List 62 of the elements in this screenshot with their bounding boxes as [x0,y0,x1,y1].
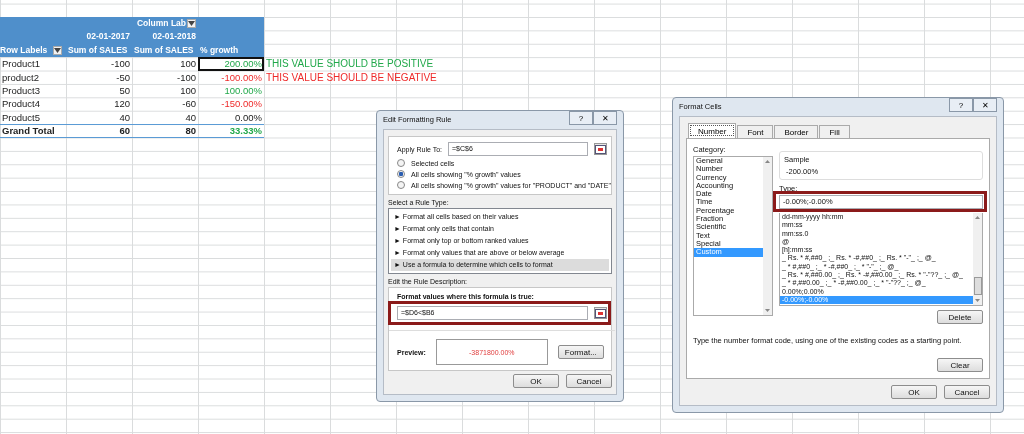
row-label: Product1 [1,57,42,71]
growth-cell-text: 33.33% [228,124,263,137]
radio-button[interactable] [397,181,405,189]
dialog-button[interactable]: OK [513,374,559,388]
growth-cell-text: -150.00% [220,97,263,111]
table-cell-text: -60 [181,97,197,111]
range-select-icon[interactable] [594,143,607,155]
table-cell-text: 50 [118,83,131,98]
row-label: Grand Total [1,124,56,137]
table-cell-text: 80 [184,124,197,137]
table-cell-text: 40 [118,110,131,125]
table-cell-text: -100 [176,70,197,84]
table-cell-text: 120 [113,97,131,111]
growth-cell-text: 100.00% [223,83,263,98]
tab[interactable]: Number [688,123,737,138]
growth-cell-text: -100.00% [220,70,263,84]
scrollbar[interactable] [973,213,982,305]
table-cell-text: -50 [115,70,131,84]
column-labels-header: Column Lab [136,17,186,30]
scrollbar[interactable] [763,157,772,315]
table-cell-text: -100 [110,57,131,71]
date-header: 02-01-2017 [85,30,131,44]
column-header: Sum of SALES [133,43,195,57]
title-bar-button[interactable]: ? [569,111,593,125]
growth-cell-text: 0.00% [234,110,263,125]
table-cell-text: 40 [184,110,197,125]
dialog-button[interactable]: Cancel [944,385,990,399]
table-cell-text: 100 [179,57,197,71]
dialog-button[interactable]: Cancel [566,374,612,388]
row-labels-header: Row Labels [0,43,48,57]
format-button[interactable]: Format... [557,345,604,359]
clear-button[interactable]: Clear [937,358,983,372]
scroll-thumb[interactable] [973,277,982,295]
title-bar-button[interactable]: ? [949,98,973,112]
radio-button[interactable] [397,159,405,167]
row-label: Product3 [1,83,42,98]
scroll-down-icon[interactable] [975,299,980,302]
dialog-button[interactable]: OK [891,385,937,399]
row-label: Product5 [1,110,42,125]
table-cell-text: 60 [118,124,131,137]
title-bar-button[interactable]: ✕ [593,111,617,125]
filter-dropdown-icon[interactable] [53,45,62,55]
annotation-note: THIS VALUE SHOULD BE POSITIVE [266,58,434,70]
scroll-up-icon[interactable] [765,160,770,163]
row-label: Product4 [1,97,42,111]
annotation-note: THIS VALUE SHOULD BE NEGATIVE [266,71,437,83]
tab[interactable]: Border [774,125,819,138]
filter-dropdown-icon[interactable] [187,19,196,29]
delete-button[interactable]: Delete [937,310,983,324]
table-cell-text: 100 [179,83,197,98]
range-select-icon[interactable] [594,307,607,319]
growth-cell: 200.00% [198,57,264,71]
column-header: Sum of SALES [67,43,129,57]
title-bar-button[interactable]: ✕ [973,98,997,112]
column-header: % growth [199,43,240,57]
tab[interactable]: Fill [819,125,850,138]
scroll-up-icon[interactable] [975,216,980,219]
scroll-down-icon[interactable] [765,309,770,312]
tab[interactable]: Font [737,125,774,138]
date-header: 02-01-2018 [151,30,197,44]
row-label: product2 [1,70,40,84]
radio-button[interactable] [397,170,405,178]
